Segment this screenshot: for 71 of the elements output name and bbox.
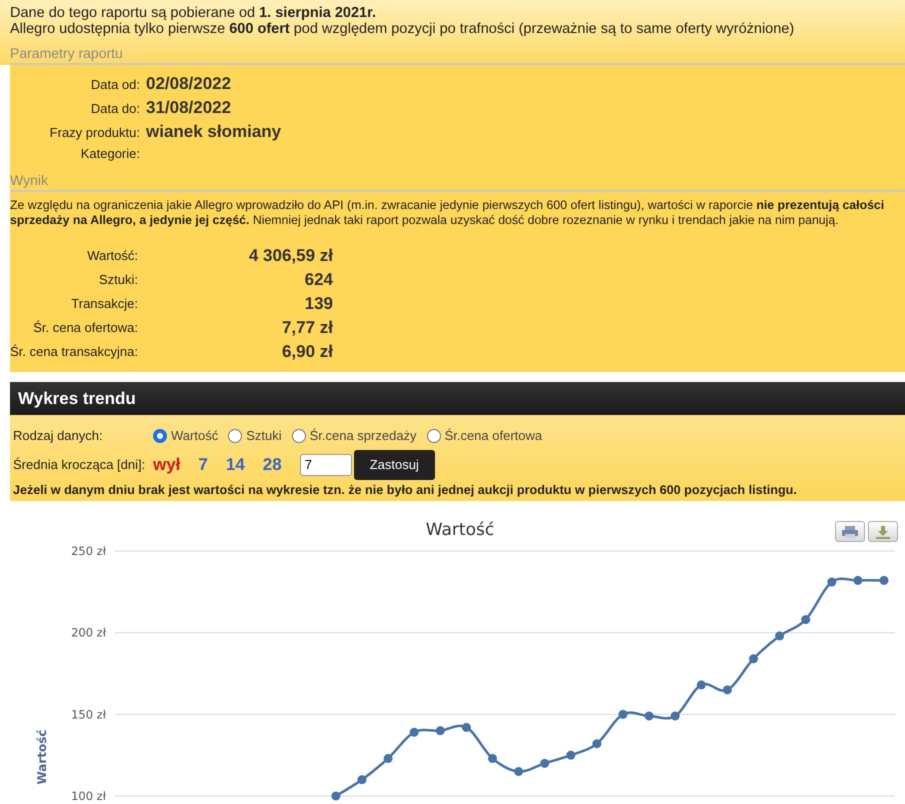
parameter-label: Data od: xyxy=(90,77,141,92)
print-button[interactable] xyxy=(835,521,865,542)
radio-label[interactable]: Śr.cena ofertowa xyxy=(444,428,542,443)
radio-button[interactable] xyxy=(228,428,242,442)
printer-icon xyxy=(841,524,859,538)
intro-text: Dane do tego raportu są pobierane od 1. sierpnia 2021r. xyxy=(10,5,377,21)
chart-note: Jeżeli w danym dniu brak jest wartości na wykresie tzn. że nie było ani jednej aukcji produktu w pierwszych 600 pozycjach listingu. xyxy=(13,483,798,497)
chart-title: Wartość xyxy=(426,520,494,540)
radio-button[interactable] xyxy=(292,428,306,442)
data-point xyxy=(801,615,810,624)
data-point xyxy=(880,576,888,585)
parameter-label: Data do: xyxy=(90,101,141,116)
stat-value: 7,77 zł xyxy=(280,317,333,339)
axis-tick-label: 150 zł xyxy=(71,707,106,722)
radio-label[interactable]: Sztuki xyxy=(246,428,282,443)
stat-value: 139 xyxy=(304,293,333,315)
intro-text: Allegro udostępnia tylko pierwsze 600 ofert pod względem pozycji po trafności (przeważnie są to same oferty wyróżnione) xyxy=(10,21,796,37)
data-point xyxy=(827,578,836,587)
data-point xyxy=(540,758,550,768)
data-point xyxy=(644,711,654,720)
data-point xyxy=(670,711,680,720)
window-link[interactable]: 7 xyxy=(198,454,208,474)
stat-value: 624 xyxy=(304,269,333,291)
stat-label: Sztuki: xyxy=(98,271,138,289)
stat-label: Wartość: xyxy=(86,247,138,265)
stat-label: Transakcje: xyxy=(70,295,138,313)
window-link[interactable]: wył xyxy=(153,454,180,474)
disclaimer-text: Ze względu na ograniczenia jakie Allegro wprowadziło do API (m.in. zwracanie jedynie pierwszych 600 ofert listingu), wartości w raporcie nie prezentują całości sprzedaży na Allegro, a jedynie jej część. Niemniej jednak taki raport pozwala uzyskać dość dobre rozeznanie w rynku i trendach jakie na nim panują. xyxy=(10,198,886,228)
data-point xyxy=(722,685,732,694)
stat-label: Śr. cena ofertowa: xyxy=(32,319,138,337)
stat-label: Śr. cena transakcyjna: xyxy=(10,343,138,361)
parameter-label: Kategorie: xyxy=(80,146,141,161)
window-link[interactable]: 28 xyxy=(262,454,282,474)
section-heading: Wynik xyxy=(10,172,905,192)
data-point xyxy=(488,754,497,763)
axis-tick-label: 250 zł xyxy=(71,544,106,558)
axis-tick-label: 100 zł xyxy=(71,789,106,803)
radio-label[interactable]: Śr.cena sprzedaży xyxy=(310,428,417,443)
parameter-label: Frazy produktu: xyxy=(48,125,141,140)
data-point xyxy=(775,631,784,640)
radio-label[interactable]: Wartość xyxy=(171,428,218,443)
parameter-value: wianek słomiany xyxy=(146,122,282,142)
radio-button[interactable] xyxy=(153,428,167,442)
data-point xyxy=(592,739,602,748)
download-icon xyxy=(875,524,891,538)
data-point xyxy=(696,680,706,690)
data-point xyxy=(853,576,862,585)
apply-button[interactable]: Zastosuj xyxy=(354,450,435,480)
data-point xyxy=(462,722,471,732)
data-point xyxy=(514,767,524,776)
parameter-value: 31/08/2022 xyxy=(146,98,232,118)
axis-title: Wartość xyxy=(35,729,49,785)
field-label: Średnia krocząca [dni]: xyxy=(13,457,146,472)
data-point xyxy=(331,792,340,800)
parameter-value: 02/08/2022 xyxy=(146,74,232,94)
data-point xyxy=(358,775,366,784)
data-point xyxy=(749,654,758,664)
data-point xyxy=(436,726,445,736)
data-point xyxy=(384,754,393,763)
data-point xyxy=(618,710,628,719)
window-link[interactable]: 14 xyxy=(226,454,245,474)
stat-value: 6,90 zł xyxy=(280,341,333,363)
days-input[interactable]: 7 xyxy=(300,454,352,476)
section-title: Wykres trendu xyxy=(18,388,136,408)
data-point xyxy=(410,728,419,737)
radio-button[interactable] xyxy=(426,428,441,442)
download-button[interactable] xyxy=(868,521,898,542)
field-label: Rodzaj danych: xyxy=(13,428,104,443)
axis-tick-label: 200 zł xyxy=(71,626,106,640)
stat-value: 4 306,59 zł xyxy=(248,245,333,267)
data-point xyxy=(566,750,576,760)
